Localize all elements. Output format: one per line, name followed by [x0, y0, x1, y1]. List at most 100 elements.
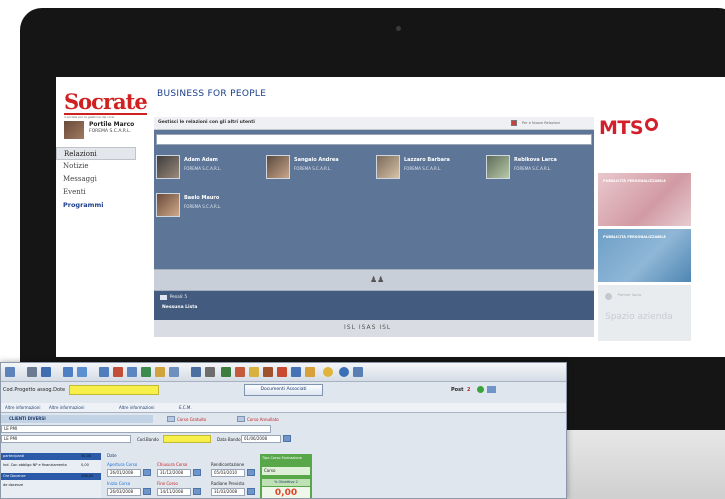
side-nav: Relazioni Notizie Messaggi Eventi Progra… — [56, 147, 136, 212]
menu-icon[interactable] — [5, 367, 15, 377]
calendar-icon[interactable] — [193, 469, 201, 476]
course-type-input[interactable]: Corso — [262, 467, 310, 475]
contact-card[interactable]: Rebikova Larca FOREMA S.C.A.R.L. — [484, 155, 579, 181]
nav-item-notizie[interactable]: Notizie — [56, 160, 136, 173]
footer-list-label: Nessuna Lista — [162, 305, 198, 310]
socrate-logo[interactable]: Socrate — [64, 91, 148, 115]
pager-links[interactable]: ISL ISAS ISL — [344, 324, 391, 331]
tab-altre-informazioni-2[interactable]: Altre informazioni — [49, 405, 84, 410]
calendar-icon[interactable] — [247, 488, 255, 495]
new-relation-icon[interactable] — [511, 120, 517, 126]
calendar-icon[interactable] — [193, 488, 201, 495]
corso-gratuito-checkbox[interactable] — [167, 416, 175, 422]
save-icon[interactable] — [41, 367, 51, 377]
client-field-2[interactable]: LE PMI — [1, 435, 131, 443]
chiusura-input[interactable]: 31/12/2008 — [157, 469, 191, 477]
list-item[interactable]: Ind. Con obbligo NP e finanziamento — [3, 463, 67, 467]
tool-icon[interactable] — [249, 367, 259, 377]
radiane-prevista-input[interactable]: 31/03/2008 — [211, 488, 245, 496]
data-bando-input[interactable]: 01/06/2008 — [241, 435, 281, 443]
list-item[interactable]: partecipanti — [3, 454, 24, 458]
cod-bando-input[interactable] — [163, 435, 211, 443]
tool-icon[interactable] — [291, 367, 301, 377]
list-item[interactable]: Ore Docenze — [3, 474, 26, 478]
logo-tagline: il portale per la gestione dei corsi — [64, 115, 115, 119]
people-icon[interactable]: ♟♟ — [370, 275, 384, 284]
lightbulb-icon[interactable] — [323, 367, 333, 377]
cod-progetto-input[interactable] — [69, 385, 159, 395]
grid-icon[interactable] — [63, 367, 73, 377]
promo-banner[interactable]: PUBBLICITÀ PERSONALIZZABILE — [598, 229, 691, 282]
rendicontazione-input[interactable]: 05/03/2010 — [211, 469, 245, 477]
post-list-icon[interactable] — [487, 386, 496, 393]
nav-item-messaggi[interactable]: Messaggi — [56, 173, 136, 186]
nav-item-programmi[interactable]: Programmi — [56, 199, 136, 212]
course-type-box: Tipo Corso Formazione Corso % Obiettivo … — [260, 454, 312, 498]
contact-photo — [266, 155, 290, 179]
list-view-icon[interactable] — [77, 367, 87, 377]
calendar-icon[interactable] — [247, 469, 255, 476]
nav-item-eventi[interactable]: Eventi — [56, 186, 136, 199]
contact-card[interactable]: Adam Adam FOREMA S.C.A.R.L. — [154, 155, 249, 181]
tool-icon[interactable] — [99, 367, 109, 377]
post-count: 2 — [467, 387, 471, 393]
contact-card[interactable]: Sangaio Andrea FOREMA S.C.A.R.L. — [264, 155, 359, 181]
cod-bando-label: Cod.Bando — [137, 437, 159, 442]
help-icon[interactable] — [339, 367, 349, 377]
add-post-icon[interactable] — [477, 386, 484, 393]
corso-gratuito-label: Corso Gratuito — [177, 417, 207, 422]
tool-icon[interactable] — [191, 367, 201, 377]
form-body: CLIENTI DIVERSI Corso Gratuito Corso Ann… — [1, 415, 566, 498]
inizio-input[interactable]: 26/03/2008 — [107, 488, 141, 496]
tool-icon[interactable] — [221, 367, 231, 377]
client-field-1[interactable]: LE PMI — [1, 425, 271, 433]
apertura-input[interactable]: 26/01/2008 — [107, 469, 141, 477]
tab-altre-informazioni-3[interactable]: Altre informazioni — [119, 405, 154, 410]
partner-space[interactable]: Partner Socio Spazio azienda — [598, 285, 691, 341]
user-avatar[interactable] — [64, 121, 84, 139]
calendar-icon[interactable] — [283, 435, 291, 442]
corso-annullato-label: Corso Annullato — [247, 417, 279, 422]
participants-list: partecipanti 30,00 Ind. Con obbligo NP e… — [1, 453, 101, 498]
tab-ecm[interactable]: E.C.M. — [179, 405, 192, 410]
objective-label: % Obiettivo 2 — [262, 479, 310, 486]
tab-altre-informazioni-1[interactable]: Altre informazioni — [5, 405, 40, 410]
exit-icon[interactable] — [353, 367, 363, 377]
contact-name: Rebikova Larca — [514, 157, 557, 163]
tool-icon[interactable] — [169, 367, 179, 377]
tool-icon[interactable] — [141, 367, 151, 377]
tool-icon[interactable] — [127, 367, 137, 377]
post-label: Post — [451, 387, 464, 393]
promo-banner[interactable]: PUBBLICITÀ PERSONALIZZABILE — [598, 173, 691, 226]
documents-button[interactable]: Documenti Associati — [244, 384, 323, 396]
contact-company: FOREMA S.C.A.R.L. — [184, 166, 222, 171]
list-icon — [160, 295, 167, 300]
print-icon[interactable] — [27, 367, 37, 377]
new-relation-link[interactable]: Per e Nuove Relazioni — [522, 121, 560, 125]
tool-icon[interactable] — [263, 367, 273, 377]
contact-card[interactable]: Baelo Mauro FOREMA S.C.A.R.L. — [154, 193, 249, 219]
group-bar: ♟♟ — [154, 269, 594, 291]
tool-icon[interactable] — [155, 367, 165, 377]
tool-icon[interactable] — [205, 367, 215, 377]
nav-item-relazioni[interactable]: Relazioni — [56, 147, 136, 160]
list-item[interactable]: de docenze — [3, 483, 23, 487]
fine-input[interactable]: 14/11/2008 — [157, 488, 191, 496]
tool-icon[interactable] — [235, 367, 245, 377]
corso-annullato-checkbox[interactable] — [237, 416, 245, 422]
calendar-icon[interactable] — [143, 469, 151, 476]
fine-label: Fine Corso — [157, 481, 178, 486]
contact-card[interactable]: Lazzaro Barbara FOREMA S.C.A.R.L. — [374, 155, 469, 181]
mts-logo: MTS — [599, 117, 659, 139]
tool-icon[interactable] — [113, 367, 123, 377]
chiusura-label: Chiusura Corso — [157, 462, 188, 467]
calendar-icon[interactable] — [143, 488, 151, 495]
relations-search-input[interactable] — [156, 134, 592, 145]
pager: ISL ISAS ISL — [154, 320, 594, 337]
tool-icon[interactable] — [305, 367, 315, 377]
section-clienti[interactable]: CLIENTI DIVERSI — [1, 415, 153, 423]
contact-name: Adam Adam — [184, 157, 218, 163]
tool-icon[interactable] — [277, 367, 287, 377]
contact-name: Sangaio Andrea — [294, 157, 339, 163]
date-section-label: Date — [107, 453, 117, 458]
